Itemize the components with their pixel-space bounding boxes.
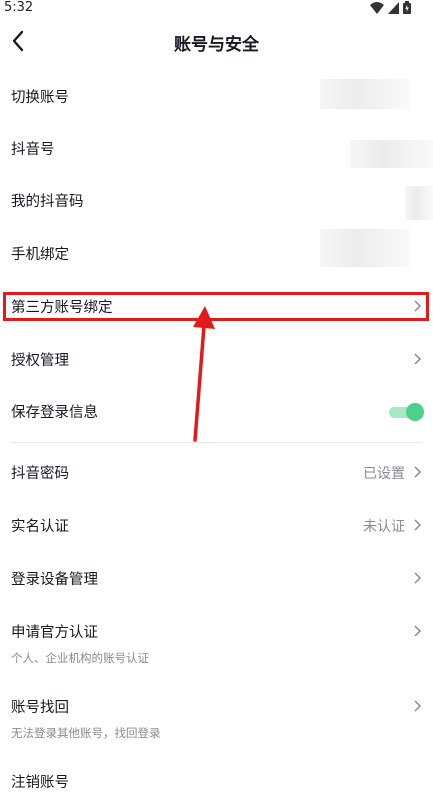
real-name-label: 实名认证: [11, 519, 69, 535]
account-recovery-subtitle: 无法登录其他账号，找回登录: [11, 726, 161, 740]
my-code-row[interactable]: 我的抖音码: [0, 176, 433, 226]
header: 账号与安全: [0, 22, 433, 62]
account-recovery-row[interactable]: 账号找回 无法登录其他账号，找回登录: [0, 682, 433, 752]
cancel-account-label: 注销账号: [11, 775, 69, 791]
chevron-right-icon: [414, 700, 422, 712]
chevron-right-icon: [414, 519, 422, 531]
switch-account-label: 切换账号: [11, 90, 69, 106]
save-login-label: 保存登录信息: [11, 405, 98, 421]
status-time: 5:32: [4, 0, 34, 15]
save-login-toggle[interactable]: [388, 401, 424, 423]
status-icons: [370, 1, 411, 14]
chevron-right-icon: [414, 353, 422, 365]
douyin-id-row[interactable]: 抖音号: [0, 124, 433, 174]
official-verify-label: 申请官方认证: [11, 625, 98, 641]
authorization-label: 授权管理: [11, 353, 69, 369]
blurred-phone-number: [320, 229, 410, 267]
blurred-douyin-id: [350, 140, 433, 168]
battery-icon: [403, 1, 411, 14]
douyin-id-label: 抖音号: [11, 142, 55, 158]
signal-icon: [388, 1, 399, 14]
official-verify-row[interactable]: 申请官方认证 个人、企业机构的账号认证: [0, 607, 433, 677]
account-recovery-label: 账号找回: [11, 700, 69, 716]
password-label: 抖音密码: [11, 466, 69, 482]
official-verify-subtitle: 个人、企业机构的账号认证: [11, 651, 149, 665]
page-title: 账号与安全: [174, 35, 259, 55]
phone-binding-label: 手机绑定: [11, 247, 69, 263]
device-manage-row[interactable]: 登录设备管理: [0, 554, 433, 604]
toggle-knob: [406, 403, 424, 421]
real-name-status: 未认证: [363, 519, 405, 535]
switch-account-row[interactable]: 切换账号: [0, 72, 433, 122]
real-name-row[interactable]: 实名认证 未认证: [0, 501, 433, 551]
password-row[interactable]: 抖音密码 已设置: [0, 448, 433, 498]
status-bar: 5:32: [0, 0, 433, 16]
chevron-right-icon: [414, 572, 422, 584]
blurred-avatars: [320, 79, 410, 109]
cancel-account-row[interactable]: 注销账号: [0, 758, 433, 808]
chevron-right-icon: [414, 625, 422, 637]
password-status: 已设置: [363, 466, 405, 482]
my-code-label: 我的抖音码: [11, 194, 84, 210]
blurred-qr-code: [405, 186, 433, 220]
chevron-right-icon: [414, 466, 422, 478]
phone-binding-row[interactable]: 手机绑定: [0, 229, 433, 279]
annotation-arrow: [193, 306, 215, 442]
device-manage-label: 登录设备管理: [11, 572, 98, 588]
wifi-icon: [370, 1, 384, 14]
